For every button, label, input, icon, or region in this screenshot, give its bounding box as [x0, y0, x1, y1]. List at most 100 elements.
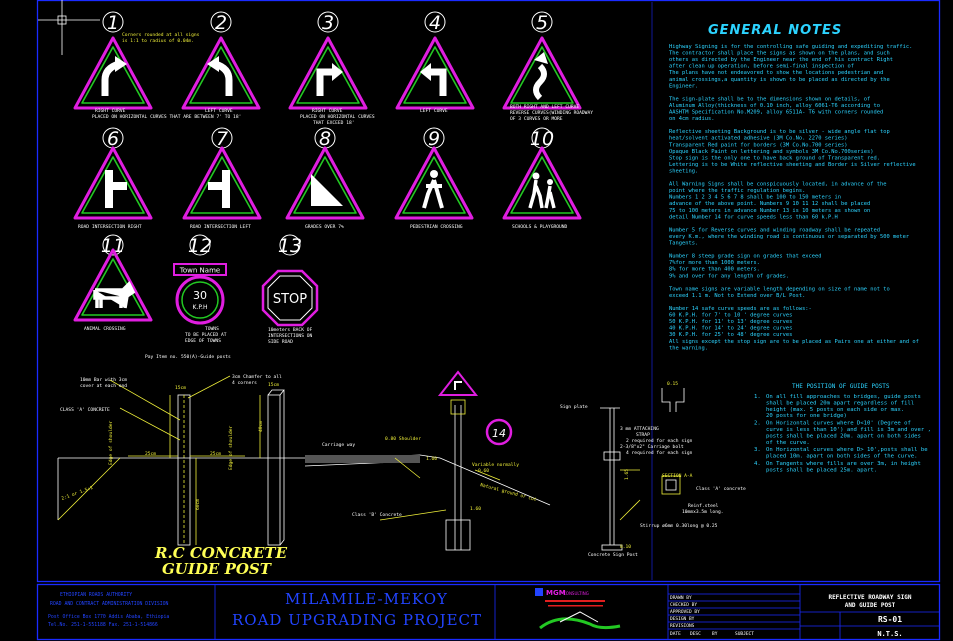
svg-text:60cm: 60cm: [195, 499, 201, 510]
general-note-line: The sign-plate shall be to the dimension…: [669, 96, 870, 102]
svg-text:40cm: 40cm: [258, 421, 264, 432]
svg-text:LEFT CURVE: LEFT CURVE: [205, 108, 233, 114]
sign-9: 9 PEDESTRIAN CROSSING: [394, 127, 474, 230]
general-note-line: 7%for more than 1000 meters.: [669, 260, 760, 266]
sign-11: 11 ANIMAL CROSSING: [73, 234, 153, 332]
svg-text:4 corners: 4 corners: [232, 380, 257, 386]
project-name-2: ROAD UPGRADING PROJECT: [232, 611, 482, 629]
svg-text:THAT EXCEED 18': THAT EXCEED 18': [313, 120, 355, 126]
svg-text:SIDE ROAD: SIDE ROAD: [268, 339, 293, 345]
svg-text:25cm: 25cm: [210, 451, 221, 457]
svg-text:0.60: 0.60: [478, 468, 489, 474]
svg-text:Corners rounded at all signs: Corners rounded at all signs: [122, 32, 200, 38]
title-block-row-label: CHECKED BY: [670, 602, 697, 608]
svg-text:SUBJECT: SUBJECT: [735, 631, 754, 637]
guide-post-positions: THE POSITION OF GUIDE POSTS 1. On all fil…: [754, 383, 931, 473]
svg-text:RIGHT CURVE: RIGHT CURVE: [312, 108, 343, 114]
svg-text:Post Office Box 1770 Addis Aba: Post Office Box 1770 Addis Ababa, Ethiop…: [48, 614, 169, 620]
svg-text:ANIMAL CROSSING: ANIMAL CROSSING: [84, 326, 126, 332]
general-note-line: AASHTM Specification No.M209, alloy 6511…: [669, 110, 883, 116]
guide-post-item-line: curve is less than 10') and fill is 3m a…: [766, 427, 931, 433]
general-note-line: All signs except the stop sign are to be…: [669, 339, 919, 345]
general-note-line: detail Number 14 for curve speeds less t…: [669, 214, 838, 220]
revision-header: DATE DESC BY SUBJECT: [670, 631, 754, 637]
svg-text:CLASS 'A' CONCRETE: CLASS 'A' CONCRETE: [60, 407, 110, 413]
client-info: ETHIOPIAN ROADS AUTHORITY ROAD AND CONTR…: [48, 592, 169, 628]
svg-text:BOTH RIGHT AND LEFT CURVE: BOTH RIGHT AND LEFT CURVE: [510, 104, 579, 110]
svg-text:ROAD INTERSECTION LEFT: ROAD INTERSECTION LEFT: [190, 224, 251, 230]
sign-6: 6 ROAD INTERSECTION RIGHT: [73, 127, 153, 230]
svg-text:SCHOOLS & PLAYGROUND: SCHOOLS & PLAYGROUND: [512, 224, 568, 230]
svg-text:11: 11: [101, 235, 125, 257]
crosshair-cursor-icon: [38, 0, 100, 55]
svg-text:STOP: STOP: [273, 292, 307, 307]
drawing-title: REFLECTIVE ROADWAY SIGN AND GUIDE POST R…: [828, 594, 911, 638]
guide-post-detail: [57, 375, 320, 546]
svg-text:Edge of shoulder: Edge of shoulder: [108, 421, 114, 465]
svg-text:14: 14: [492, 427, 506, 440]
general-note-line: point where the traffic regulation begin…: [669, 188, 805, 194]
svg-text:AND GUIDE POST: AND GUIDE POST: [845, 602, 896, 609]
svg-text:2:1 or 1.5:1: 2:1 or 1.5:1: [61, 485, 94, 502]
general-note-line: animal crossings,a quantity is shown to …: [669, 77, 890, 83]
svg-text:3: 3: [322, 12, 334, 34]
title-block-rows: DRAWN BYCHECKED BYAPPROVED BYDESIGN BYRE…: [670, 595, 700, 629]
general-note-line: Tangents.: [669, 241, 698, 247]
concrete-sign-post-labels: Sign plate 3 mm ATTACHING STRAP 2 requir…: [560, 381, 746, 558]
svg-text:Sign plate: Sign plate: [560, 404, 588, 410]
svg-text:SECTION A-A: SECTION A-A: [662, 473, 693, 479]
svg-text:0.15: 0.15: [667, 381, 678, 387]
svg-text:12: 12: [188, 235, 212, 257]
sign-7: 7 ROAD INTERSECTION LEFT: [182, 127, 262, 230]
svg-text:Carriage way: Carriage way: [322, 442, 355, 448]
general-note-line: Number 5 for Reverse curves and winding …: [669, 227, 880, 233]
general-note-line: after clean up operation, before semi-fi…: [669, 64, 854, 70]
guide-post-item-line: placed 10m. apart on both sides of the c…: [766, 454, 918, 460]
guide-post-item-number: 3.: [754, 447, 761, 453]
svg-text:GRADES OVER 7%: GRADES OVER 7%: [305, 224, 344, 230]
general-note-line: 9% and over for any length of grades.: [669, 273, 789, 279]
general-note-line: Highway Signing is for the controlling s…: [669, 44, 912, 50]
road-section-labels: Carriage way 0.80 Shoulder Variable norm…: [322, 436, 537, 518]
guide-post-labels: 10mm Bar with 3cm cover at each end 3cm …: [60, 374, 282, 510]
svg-text:OF 3 CURVES OR MORE: OF 3 CURVES OR MORE: [510, 116, 563, 122]
guide-post-item-number: 2.: [754, 421, 761, 427]
svg-text:ETHIOPIAN ROADS AUTHORITY: ETHIOPIAN ROADS AUTHORITY: [60, 592, 132, 598]
svg-text:Variable normally: Variable normally: [472, 462, 519, 468]
sign-10: 10 SCHOOLS & PLAYGROUND: [502, 127, 582, 230]
svg-text:1.60: 1.60: [426, 456, 437, 462]
svg-text:Class 'B' Concrete: Class 'B' Concrete: [352, 512, 402, 518]
svg-text:2-3/8"x2" Carriage bolt: 2-3/8"x2" Carriage bolt: [620, 444, 684, 450]
general-note-line: 40 K.P.H. for 14' to 24' degree curves: [669, 326, 792, 332]
general-note-line: Lettering is to be White reflective shee…: [669, 162, 916, 168]
sign-2: 2 LEFT CURVE: [181, 11, 261, 114]
svg-text:DESC: DESC: [690, 631, 701, 637]
svg-text:INTERSECTIONS ON: INTERSECTIONS ON: [268, 333, 312, 339]
svg-text:1.65: 1.65: [624, 469, 630, 480]
general-notes: GENERAL NOTES Highway Signing is for the…: [669, 23, 919, 351]
guide-post-item-number: 4.: [754, 461, 761, 467]
guide-post-item-line: of the curve.: [766, 440, 810, 446]
title-block-row-label: DRAWN BY: [670, 595, 692, 601]
svg-text:RIGHT CURVE: RIGHT CURVE: [95, 108, 126, 114]
general-note-line: Number 8 steep grade sign on grades that…: [669, 254, 822, 260]
sign-14: 14: [485, 418, 513, 446]
svg-text:1.60: 1.60: [470, 506, 481, 512]
svg-text:RS-01: RS-01: [878, 615, 902, 624]
svg-text:Town Name: Town Name: [179, 267, 220, 275]
general-note-line: All Warning Signs shall be conspicuously…: [669, 182, 886, 188]
general-note-line: 75 to 100 meters in advance Number 13 is…: [669, 208, 870, 214]
svg-text:REVERSE CURVES(WINDING ROADWAY: REVERSE CURVES(WINDING ROADWAY: [510, 110, 593, 116]
general-note-line: Opaque Black Paint on lettering and symb…: [669, 149, 873, 155]
svg-text:PLACED ON HORIZONTAL CURVES: PLACED ON HORIZONTAL CURVES: [300, 114, 375, 120]
svg-text:DATE: DATE: [670, 631, 681, 637]
sign-8: 8 GRADES OVER 7%: [285, 127, 365, 230]
svg-text:4: 4: [429, 12, 441, 34]
guide-post-item-line: posts shall be placed 20m. apart on both…: [766, 433, 921, 439]
title-block-row-label: REVISIONS: [670, 623, 695, 629]
general-note-line: The plans have not endeavored to show th…: [669, 70, 883, 76]
general-note-line: the warning.: [669, 345, 708, 351]
svg-text:cover at each end: cover at each end: [80, 383, 127, 389]
general-note-line: Town name signs are variable length depe…: [669, 286, 890, 292]
general-note-line: on 4cm radius.: [669, 116, 714, 122]
